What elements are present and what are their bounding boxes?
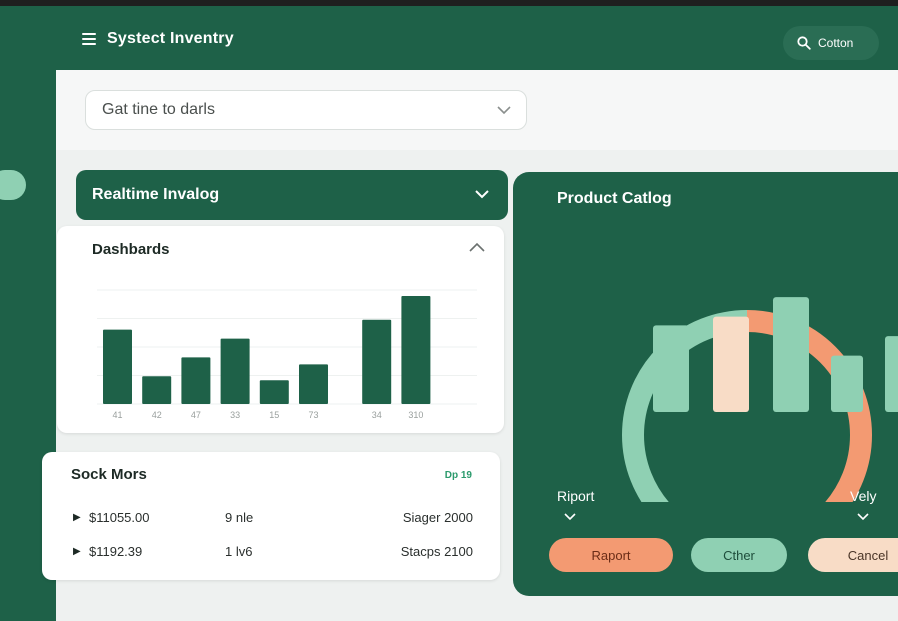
bar xyxy=(103,329,132,404)
tick-label: 41 xyxy=(112,410,122,420)
bar xyxy=(259,380,289,404)
expand-arrow-icon[interactable]: ▶ xyxy=(73,546,89,557)
tick-label: 34 xyxy=(372,410,382,420)
stock-card: Sock Mors Dp 19 ▶ $11055.00 9 nle Siager… xyxy=(42,452,500,580)
search-button[interactable]: Cotton xyxy=(783,26,879,60)
app-title: Systect Inventry xyxy=(107,30,234,47)
report-button[interactable]: Raport xyxy=(549,538,673,572)
tick-label: 73 xyxy=(308,410,318,420)
dashboard-bar-chart: 41 42 47 33 15 73 34 310 xyxy=(97,289,477,420)
chevron-down-icon[interactable] xyxy=(563,512,577,522)
catalog-bar xyxy=(653,325,689,412)
chevron-down-icon xyxy=(497,106,511,115)
filter-bar: Gat tine to darls xyxy=(56,70,898,150)
bar xyxy=(401,295,431,404)
table-row[interactable]: ▶ $1192.39 1 lv6 Stacps 2100 xyxy=(73,540,473,562)
vely-dropdown-label[interactable]: Vely xyxy=(850,488,876,504)
row-amount: $1192.39 xyxy=(89,543,143,559)
catalog-donut-chart xyxy=(622,297,898,502)
row-stage: Siager 2000 xyxy=(402,509,473,525)
bar xyxy=(362,319,392,404)
search-icon xyxy=(797,36,811,50)
dashboard-card: Dashbards 41 42 47 33 15 73 34 310 xyxy=(57,226,504,433)
tick-label: 310 xyxy=(408,410,423,420)
row-qty: 9 nle xyxy=(225,509,254,525)
chevron-up-icon[interactable] xyxy=(468,242,486,254)
bar xyxy=(142,376,172,404)
row-stage: Stacps 2100 xyxy=(400,543,473,559)
product-catalog-panel: Product Catlog Riport Vely Raport Cther … xyxy=(513,172,898,596)
realtime-panel-header[interactable]: Realtime Invalog xyxy=(76,170,508,220)
hamburger-icon[interactable] xyxy=(82,33,96,45)
main-content: Gat tine to darls Realtime Invalog Dashb… xyxy=(42,70,898,621)
catalog-bar xyxy=(713,316,749,412)
catalog-bar xyxy=(773,297,809,412)
tick-label: 33 xyxy=(230,410,240,420)
report-dropdown-label[interactable]: Riport xyxy=(557,488,594,504)
cancel-button[interactable]: Cancel xyxy=(808,538,898,572)
expand-arrow-icon[interactable]: ▶ xyxy=(73,512,89,523)
time-range-select[interactable]: Gat tine to darls xyxy=(85,90,527,130)
catalog-bar xyxy=(885,336,898,412)
tick-label: 42 xyxy=(152,410,162,420)
search-label: Cotton xyxy=(818,36,854,50)
bar xyxy=(220,338,250,404)
stock-title: Sock Mors xyxy=(71,466,147,483)
top-bar: Systect Inventry Cotton xyxy=(0,6,898,70)
tick-label: 47 xyxy=(191,410,201,420)
bar xyxy=(299,364,328,404)
app-screen: Systect Inventry Cotton Gat tine to darl… xyxy=(0,6,898,621)
stock-link[interactable]: Dp 19 xyxy=(445,470,472,481)
other-button[interactable]: Cther xyxy=(691,538,787,572)
realtime-panel-label: Realtime Invalog xyxy=(92,186,220,203)
row-amount: $11055.00 xyxy=(89,509,150,525)
sidebar-toggle[interactable] xyxy=(0,170,26,200)
chevron-down-icon xyxy=(475,190,489,199)
table-row[interactable]: ▶ $11055.00 9 nle Siager 2000 xyxy=(73,506,473,528)
tick-label: 15 xyxy=(269,410,279,420)
time-range-value: Gat tine to darls xyxy=(102,101,215,118)
bar xyxy=(181,357,211,404)
dashboard-title: Dashbards xyxy=(92,241,170,258)
chevron-down-icon[interactable] xyxy=(856,512,870,522)
catalog-bar xyxy=(831,355,863,412)
row-qty: 1 lv6 xyxy=(225,543,253,559)
